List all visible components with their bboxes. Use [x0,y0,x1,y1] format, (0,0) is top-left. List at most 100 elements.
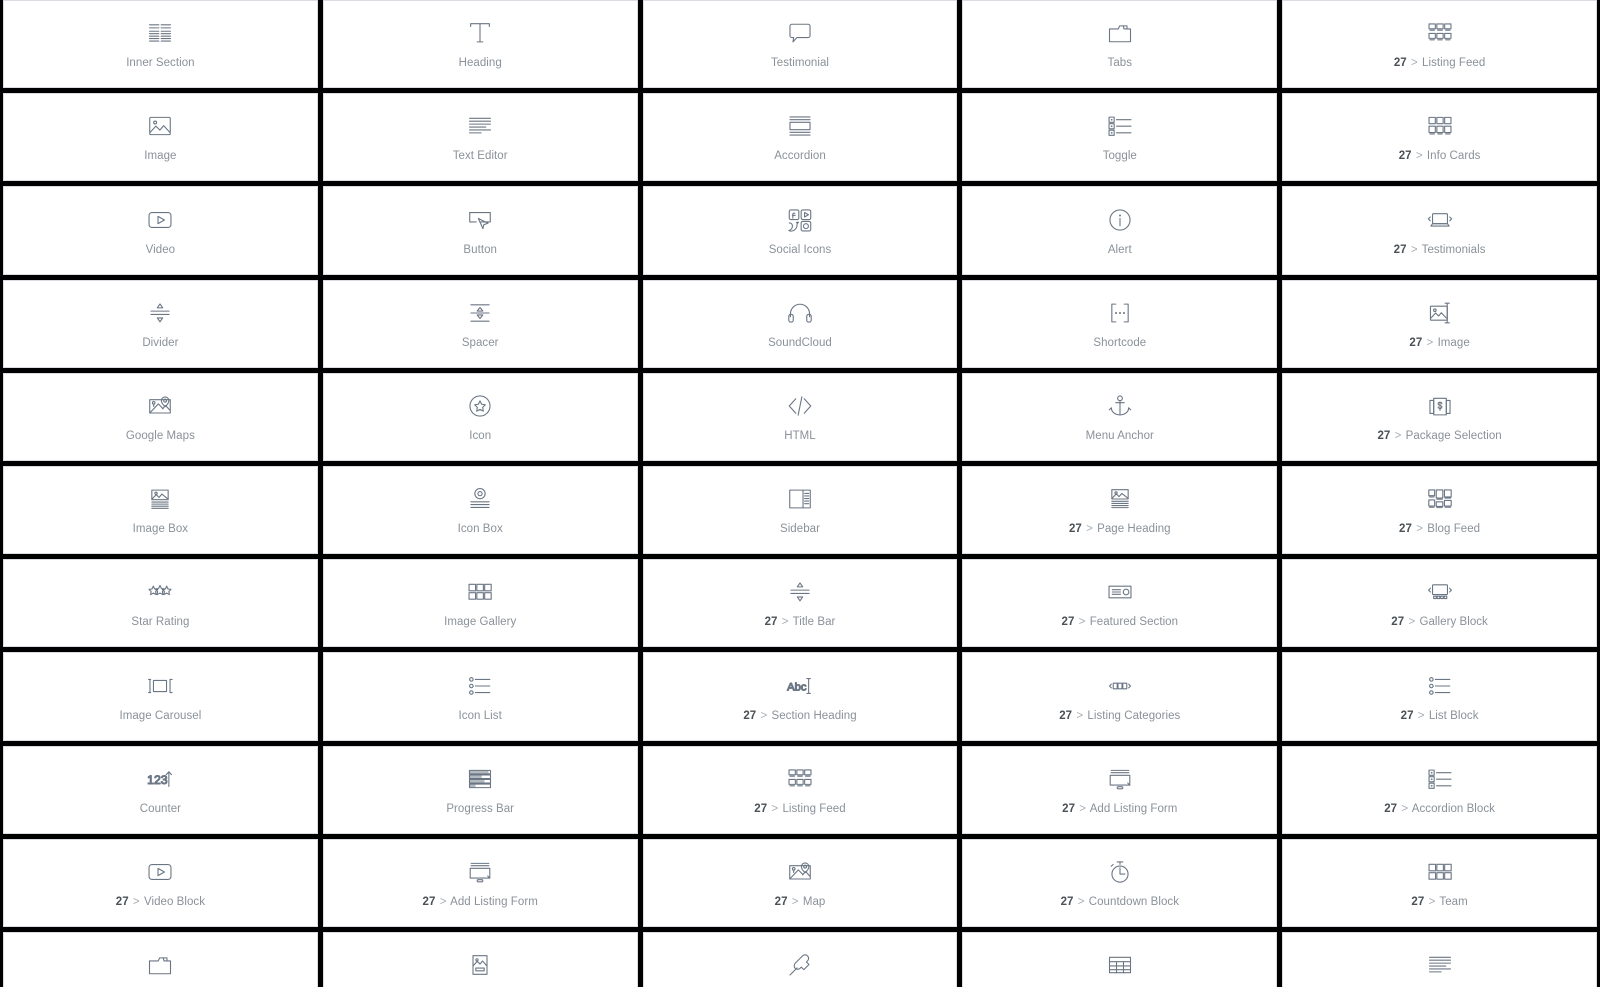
widget-card-label: 27 > Accordion Block [1384,803,1495,816]
widget-card-divider[interactable]: Divider [3,279,318,368]
widget-card-image-box[interactable]: Image Box [3,465,318,555]
widget-card-label: 27 > Featured Section [1062,616,1179,629]
widget-card-label: Icon [469,430,491,443]
widget-card-icon[interactable]: Icon [322,372,638,461]
widget-card-image-carousel[interactable]: Image Carousel [3,652,318,741]
widget-card-label: Text Editor [453,150,508,163]
widget-card-inner-section[interactable]: Inner Section [3,0,318,89]
widget-card-content-block[interactable]: 27 > Content Block [1282,931,1597,987]
image-box-icon [145,484,175,514]
widget-card-section-heading[interactable]: Abc 27 > Section Heading [642,652,958,741]
widget-card-icon-list[interactable]: Icon List [322,652,638,741]
widget-card-label: Spacer [462,337,499,350]
widget-card-accordion[interactable]: Accordion [642,93,958,182]
widget-card-label: 27 > Page Heading [1069,523,1171,536]
widget-prefix-number: 27 [1398,150,1412,163]
widget-card-listing-feed[interactable]: 27 > Listing Feed [1282,0,1597,89]
widget-card-label: Menu Anchor [1086,430,1154,443]
widget-card-label: Accordion [774,150,826,163]
widget-card-add-listing-form[interactable]: 27 > Add Listing Form [322,838,638,927]
widget-card-blog-feed[interactable]: 27 > Blog Feed [1282,465,1597,555]
widget-prefix-separator: > [1428,895,1436,908]
widget-card-html[interactable]: HTML [642,372,958,461]
widget-card-image[interactable]: 27 > Image [1282,279,1597,368]
widget-card-label: 27 > Listing Categories [1059,710,1180,723]
widget-card-list-block[interactable]: 27 > List Block [1282,652,1597,741]
widget-card-toggle[interactable]: Toggle [962,93,1278,182]
countdown-icon [1105,857,1135,887]
image-carousel-icon [145,671,175,701]
featured-section-icon [1105,577,1135,607]
widget-prefix-separator: > [1408,616,1416,629]
accordion-icon [785,111,815,141]
widget-card-countdown-block[interactable]: 27 > Countdown Block [962,838,1278,927]
widget-label-text: Google Maps [125,430,195,443]
widget-card-social-icons[interactable]: Social Icons [642,186,958,275]
widget-prefix-separator: > [760,709,768,722]
widget-card-google-maps[interactable]: Google Maps [3,372,318,461]
button-icon [465,205,495,235]
menu-anchor-icon [1105,391,1135,421]
svg-text:Abc: Abc [787,681,807,693]
google-maps-icon [785,857,815,887]
widget-card-alert[interactable]: Alert [962,186,1278,275]
widget-card-testimonials[interactable]: 27 > Testimonials [1282,186,1597,275]
widget-card-tabs[interactable]: Tabs [962,0,1278,89]
widget-label-text: Toggle [1102,150,1137,163]
widget-prefix-separator: > [1411,57,1418,70]
widget-card-featured-service[interactable]: 27 > Featured Service [322,931,638,987]
widget-label-text: Heading [458,57,502,70]
widget-card-table-block[interactable]: 27 > Table Block [962,931,1278,987]
widget-card-tabs-block[interactable]: 27 > Tabs Block [3,931,318,987]
widget-label-text: Info Cards [1426,150,1481,163]
widget-card-label: Alert [1108,244,1132,257]
widget-label-text: Icon [469,430,492,443]
widget-card-gallery-block[interactable]: 27 > Gallery Block [1282,559,1597,648]
widget-card-button[interactable]: Button [322,186,638,275]
widget-card-package-selection[interactable]: 27 > Package Selection [1282,372,1597,461]
widget-card-add-listing-form[interactable]: 27 > Add Listing Form [962,745,1278,834]
shortcode-icon [1105,298,1135,328]
widget-card-info-cards[interactable]: 27 > Info Cards [1282,93,1597,182]
listing-categories-icon [1105,671,1135,701]
toggle-icon [1105,111,1135,141]
widget-card-testimonial[interactable]: Testimonial [642,0,958,89]
widget-prefix-number: 27 [1384,802,1398,815]
widget-card-video-block[interactable]: 27 > Video Block [3,838,318,927]
widget-card-accordion-block[interactable]: 27 > Accordion Block [1282,745,1597,834]
widget-prefix-number: 27 [1411,895,1425,908]
widget-card-spacer[interactable]: Spacer [322,279,638,368]
widget-label-text: Team [1439,895,1468,908]
widget-card-menu-anchor[interactable]: Menu Anchor [962,372,1278,461]
widget-card-listing-categories[interactable]: 27 > Listing Categories [962,652,1278,741]
widget-card-listing-feed[interactable]: 27 > Listing Feed [642,745,958,834]
widget-prefix-separator: > [1417,709,1425,722]
alert-icon [1105,205,1135,235]
widget-card-team[interactable]: 27 > Team [1282,838,1597,927]
widget-label-text: Add Listing Form [450,895,538,908]
widget-card-label: 27 > Team [1411,896,1467,909]
widget-card-text-editor[interactable]: Text Editor [322,93,638,182]
widget-card-image[interactable]: Image [3,93,318,182]
widget-card-page-heading[interactable]: 27 > Page Heading [962,465,1278,555]
widget-card-star-rating[interactable]: Star Rating [3,559,318,648]
widget-card-image-gallery[interactable]: Image Gallery [322,559,638,648]
widget-card-soundcloud[interactable]: SoundCloud [642,279,958,368]
widget-card-featured-section[interactable]: 27 > Featured Section [962,559,1278,648]
widget-card-video[interactable]: Video [3,186,318,275]
widget-label-text: HTML [784,430,816,443]
widget-card-map[interactable]: 27 > Map [642,838,958,927]
widget-card-sidebar[interactable]: Sidebar [642,465,958,555]
widget-card-shortcode[interactable]: Shortcode [962,279,1278,368]
widget-card-counter[interactable]: 123 Counter [3,745,318,834]
widget-card-label: 27 > Listing Feed [754,803,845,816]
widget-card-title-bar[interactable]: 27 > Title Bar [642,559,958,648]
widget-card-explore-listings[interactable]: 27 > Explore Listings [642,931,958,987]
widget-card-progress-bar[interactable]: Progress Bar [322,745,638,834]
widget-card-icon-box[interactable]: Icon Box [322,465,638,555]
widget-prefix-separator: > [1426,336,1434,349]
widget-label-text: Button [463,243,497,256]
widget-card-heading[interactable]: Heading [322,0,638,89]
video-icon [145,205,175,235]
widget-prefix-separator: > [781,616,789,629]
